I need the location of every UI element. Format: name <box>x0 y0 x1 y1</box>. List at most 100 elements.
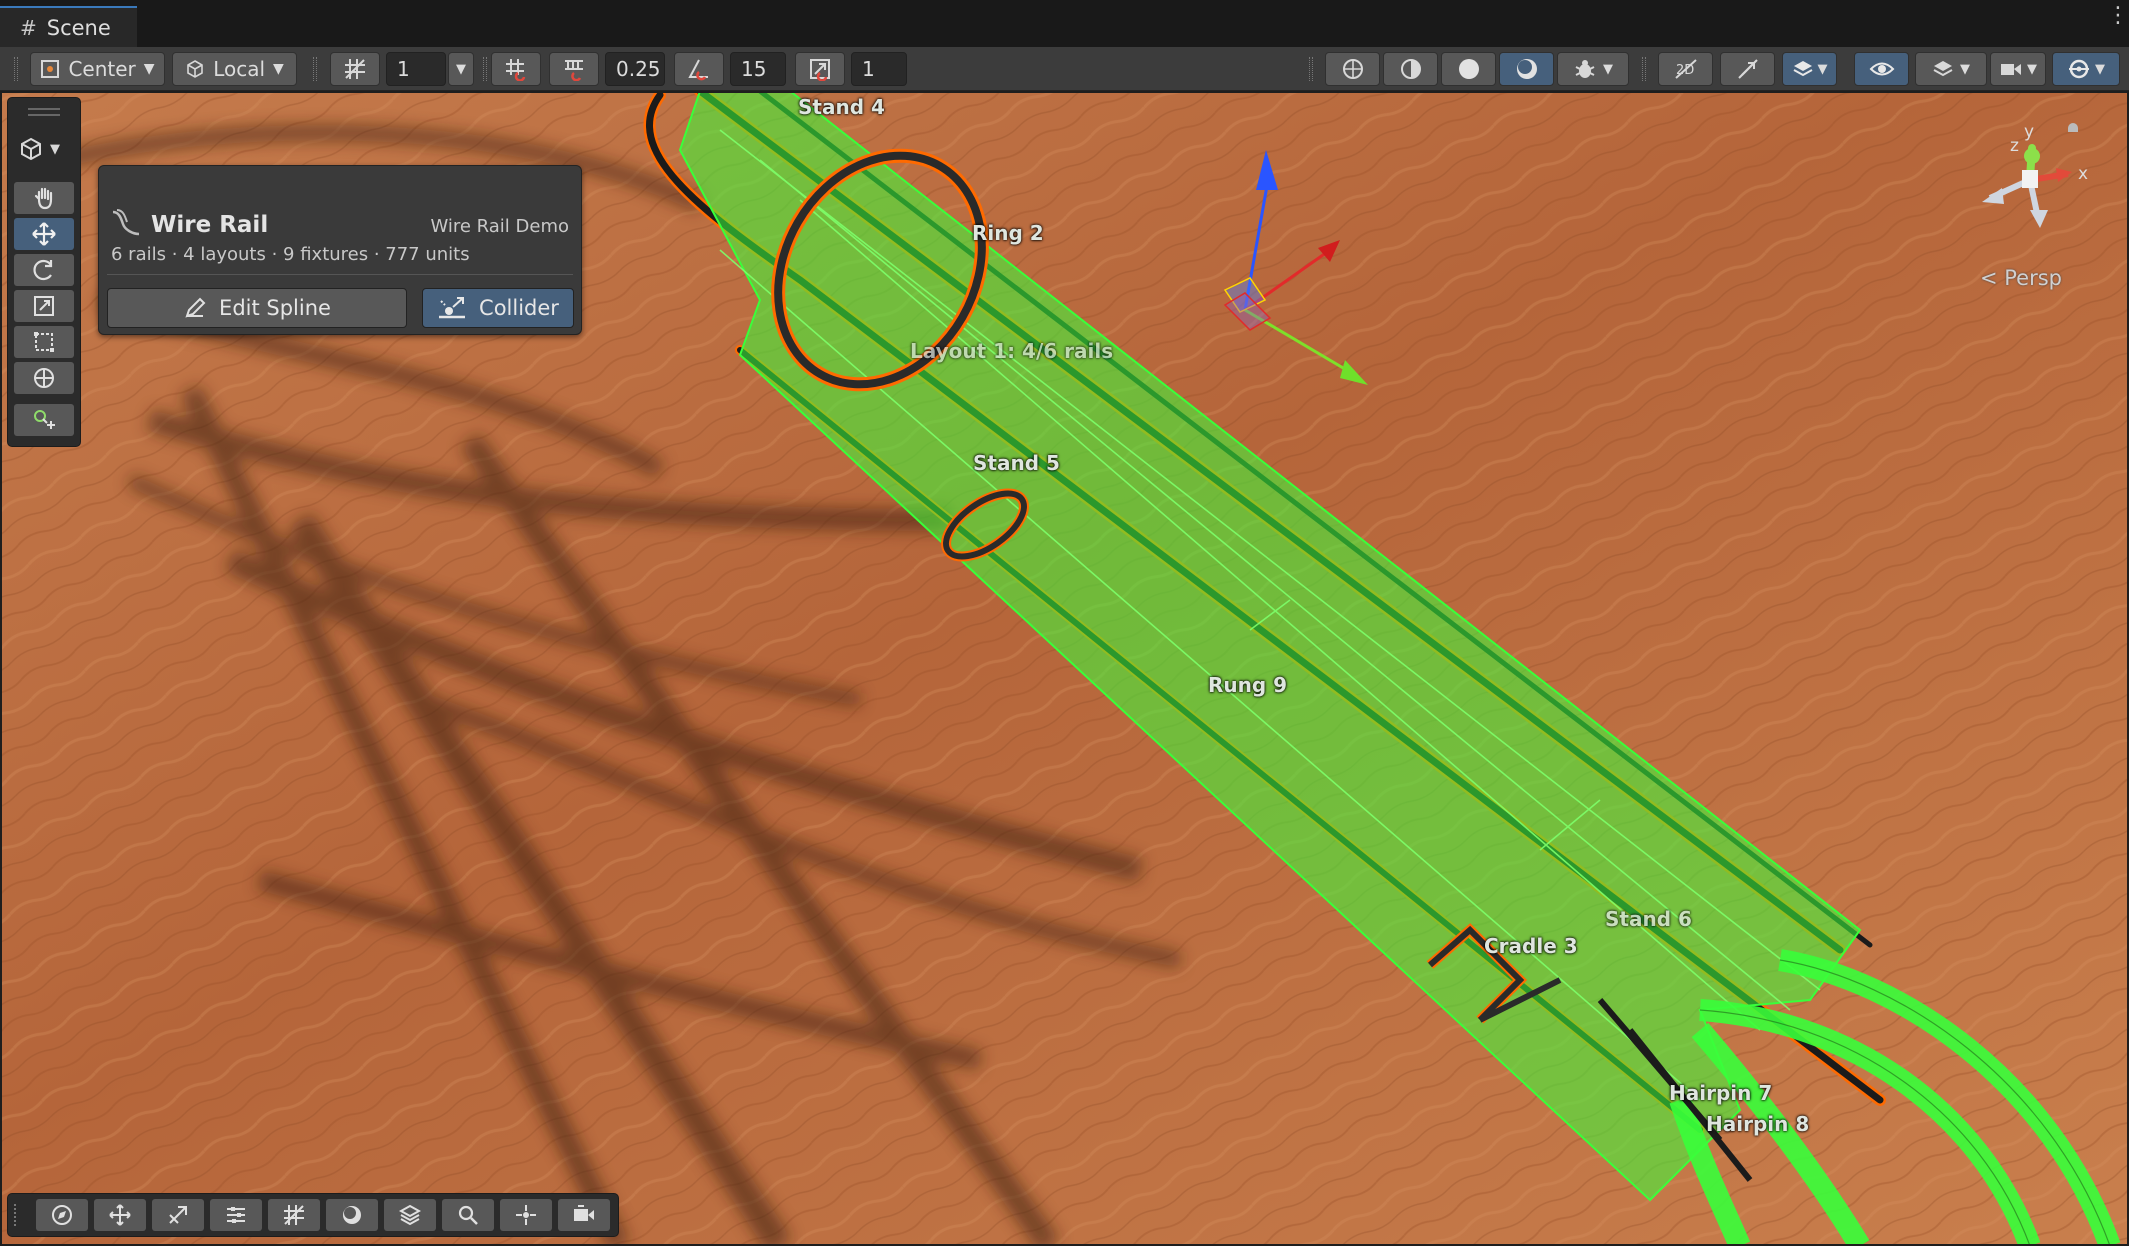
label-cradle-3: Cradle 3 <box>1484 934 1578 958</box>
camera-button[interactable] <box>558 1199 610 1231</box>
rotation-snap-icon <box>688 59 708 81</box>
rotation-snap-field[interactable]: 15 <box>730 52 786 86</box>
grid-snap-dropdown[interactable]: ▼ <box>448 52 474 86</box>
pivot-rotation-dropdown[interactable]: Local ▼ <box>172 52 297 86</box>
pivot-mode-dropdown[interactable]: Center ▼ <box>30 52 165 86</box>
chevron-down-icon: ▼ <box>50 141 60 157</box>
camera-icon <box>574 1205 594 1221</box>
grid-icon <box>284 1205 304 1225</box>
grid-snap-field[interactable]: 1 <box>386 52 446 86</box>
shaded-wireframe-button[interactable] <box>1383 52 1438 86</box>
rotate-tool-button[interactable] <box>14 254 74 286</box>
transform-icon <box>34 368 54 388</box>
cube-icon <box>187 60 203 78</box>
scale-snap-field[interactable]: 1 <box>851 52 907 86</box>
rotation-snap-value: 15 <box>741 57 767 81</box>
orientation-gizmo[interactable]: y z x <box>1960 118 2110 248</box>
move-arrows-icon <box>109 1204 131 1226</box>
wire-rail-overlay: Wire Rail Wire Rail Demo 6 rails · 4 lay… <box>98 165 582 335</box>
move-handles-button[interactable] <box>94 1199 146 1231</box>
move-tool-button[interactable] <box>14 218 74 250</box>
scale-snap-value: 1 <box>862 57 875 81</box>
scale-tool-button[interactable] <box>14 290 74 322</box>
rect-tool-button[interactable] <box>14 326 74 358</box>
gizmos-icon <box>2069 59 2089 79</box>
overlay-grip[interactable] <box>14 1204 19 1226</box>
pivot-rotation-label: Local <box>213 57 266 81</box>
toolbar-separator <box>1642 57 1646 81</box>
debug-draw-mode-dropdown[interactable]: ▼ <box>1557 52 1629 86</box>
grid-snap-button[interactable] <box>330 52 380 86</box>
navigation-button[interactable] <box>36 1199 88 1231</box>
camera-settings-dropdown[interactable]: ▼ <box>1990 52 2046 86</box>
scene-icon: # <box>20 15 37 40</box>
more-options-icon[interactable]: ⋮ <box>2107 5 2129 27</box>
tab-scene-label: Scene <box>46 15 111 40</box>
layers-button[interactable] <box>384 1199 436 1231</box>
settings-sliders-button[interactable] <box>210 1199 262 1231</box>
axis-y-label: y <box>2024 122 2035 142</box>
label-stand-5: Stand 5 <box>973 451 1060 475</box>
pencil-icon <box>185 297 206 318</box>
edit-spline-label: Edit Spline <box>219 296 331 320</box>
grid-toggle-button[interactable] <box>268 1199 320 1231</box>
axis-z-label: z <box>2010 136 2019 156</box>
toggle-lighting-button[interactable] <box>1720 52 1775 86</box>
move-arrows-icon <box>32 222 56 246</box>
layers-dropdown[interactable]: ▼ <box>1915 52 1987 86</box>
layers-fx-icon <box>1793 61 1812 77</box>
snapping-button[interactable] <box>152 1199 204 1231</box>
pivot-mode-label: Center <box>68 57 136 81</box>
rotation-snap-button[interactable] <box>674 52 724 86</box>
scale-snap-icon <box>810 59 830 81</box>
custom-tool-button[interactable] <box>14 404 74 436</box>
pivot-center-icon <box>41 60 60 78</box>
toolbar-grip[interactable] <box>14 57 18 81</box>
add-component-tool-icon <box>34 410 55 429</box>
tab-scene[interactable]: # Scene <box>0 6 137 47</box>
snap-grid-icon <box>506 59 526 81</box>
cube-icon <box>21 137 41 161</box>
transform-tool-button[interactable] <box>14 362 74 394</box>
edit-spline-button[interactable]: Edit Spline <box>107 288 407 328</box>
scale-icon <box>34 296 54 316</box>
increment-snap-button[interactable] <box>549 52 599 86</box>
scale-snap-button[interactable] <box>795 52 845 86</box>
label-stand-6: Stand 6 <box>1605 907 1692 931</box>
search-button[interactable] <box>442 1199 494 1231</box>
lighting-button[interactable] <box>326 1199 378 1231</box>
camera-icon <box>2001 64 2021 75</box>
unlit-shading-button[interactable] <box>1499 52 1554 86</box>
pivot-button[interactable] <box>500 1199 552 1231</box>
scene-fx-dropdown[interactable]: ▼ <box>1782 52 1837 86</box>
overlay-grip[interactable] <box>28 108 60 116</box>
projection-toggle[interactable]: < Persp <box>1980 266 2062 290</box>
tool-context-dropdown[interactable]: ▼ <box>18 136 60 162</box>
axis-x-label: x <box>2078 164 2089 184</box>
lit-sphere-icon <box>1516 59 1537 79</box>
bottom-tools-overlay <box>7 1193 619 1237</box>
increment-snap-field[interactable]: 0.25 <box>605 52 665 86</box>
label-ring-2: Ring 2 <box>972 221 1044 245</box>
tools-overlay: ▼ <box>7 97 81 447</box>
wireframe-shading-button[interactable] <box>1325 52 1380 86</box>
collider-button[interactable]: Collider <box>422 288 574 328</box>
toggle-2d-button[interactable]: 2D <box>1658 52 1713 86</box>
overlay-divider <box>107 274 573 275</box>
lighting-off-icon <box>1737 59 1758 79</box>
toolbar-separator <box>313 57 317 81</box>
scene-toolbar: Center ▼ Local ▼ 1 ▼ 0.25 15 1 ▼ ▼ ▼ ▼ ▼ <box>0 47 2129 91</box>
chevron-down-icon: ▼ <box>1960 61 1970 77</box>
label-hairpin-8: Hairpin 8 <box>1706 1112 1810 1136</box>
search-icon <box>458 1205 478 1225</box>
view-tool-button[interactable] <box>14 182 74 214</box>
shaded-sphere-icon <box>1458 59 1479 79</box>
toolbar-separator <box>483 57 487 81</box>
chevron-down-icon: ▼ <box>2027 61 2037 77</box>
scene-visibility-button[interactable] <box>1854 52 1909 86</box>
hand-icon <box>34 187 53 210</box>
shaded-button[interactable] <box>1441 52 1496 86</box>
grid-snap-icon <box>345 59 365 79</box>
gizmos-dropdown[interactable]: ▼ <box>2052 52 2120 86</box>
snap-toggle-button[interactable] <box>491 52 541 86</box>
